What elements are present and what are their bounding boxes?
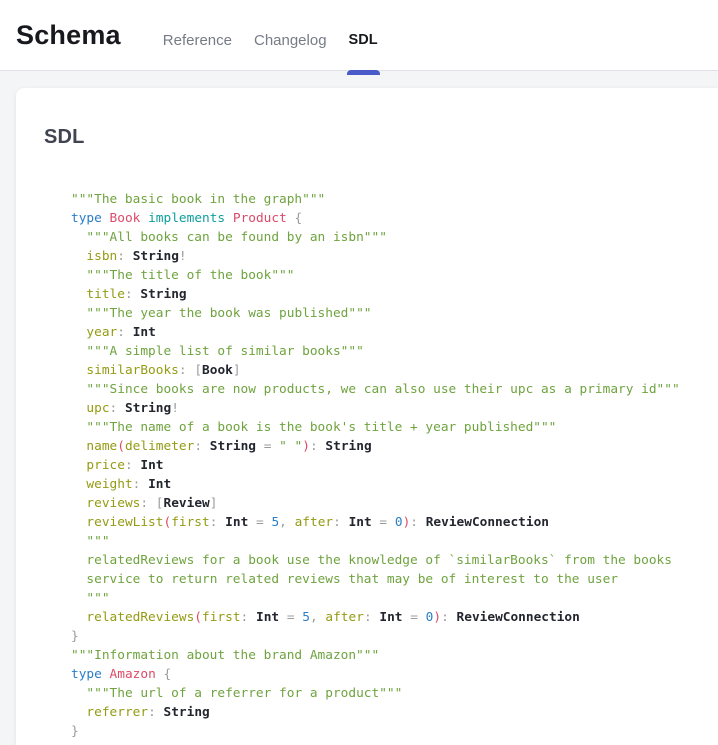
tab-sdl-label: SDL [349,32,378,48]
tab-changelog-label: Changelog [254,32,327,49]
sdl-code-block: """The basic book in the graph"""type Bo… [71,190,708,741]
tab-changelog[interactable]: Changelog [243,5,338,75]
code-line: """ [71,589,708,608]
tab-sdl[interactable]: SDL [338,5,389,75]
active-tab-indicator [347,70,380,75]
code-line: type Amazon { [71,665,708,684]
code-line: reviews: [Review] [71,494,708,513]
code-line: """A simple list of similar books""" [71,342,708,361]
sdl-heading: SDL [44,126,708,149]
code-line: """The basic book in the graph""" [71,190,708,209]
page-title: Schema [16,20,121,51]
schema-header: Schema Reference Changelog SDL [0,0,718,71]
code-line: relatedReviews(first: Int = 5, after: In… [71,608,708,627]
page-content: SDL """The basic book in the graph"""typ… [0,71,718,745]
code-line: } [71,627,708,646]
code-line: service to return related reviews that m… [71,570,708,589]
code-line: type Book implements Product { [71,209,708,228]
code-line: name(delimeter: String = " "): String [71,437,708,456]
code-line: referrer: String [71,703,708,722]
code-line: similarBooks: [Book] [71,361,708,380]
code-line: relatedReviews for a book use the knowle… [71,551,708,570]
tab-reference[interactable]: Reference [152,5,243,75]
sdl-card: SDL """The basic book in the graph"""typ… [16,88,718,745]
code-line: """The url of a referrer for a product""… [71,684,708,703]
code-line: """ [71,532,708,551]
code-line: """Information about the brand Amazon""" [71,646,708,665]
code-line: """All books can be found by an isbn""" [71,228,708,247]
code-line: reviewList(first: Int = 5, after: Int = … [71,513,708,532]
code-line: year: Int [71,323,708,342]
code-line: } [71,722,708,741]
code-line: """The title of the book""" [71,266,708,285]
code-line: title: String [71,285,708,304]
code-line: """The name of a book is the book's titl… [71,418,708,437]
code-line: price: Int [71,456,708,475]
code-line: """The year the book was published""" [71,304,708,323]
tab-reference-label: Reference [163,32,232,49]
tab-bar: Reference Changelog SDL [152,5,389,75]
code-line: weight: Int [71,475,708,494]
code-line: """Since books are now products, we can … [71,380,708,399]
code-line: upc: String! [71,399,708,418]
code-line: isbn: String! [71,247,708,266]
